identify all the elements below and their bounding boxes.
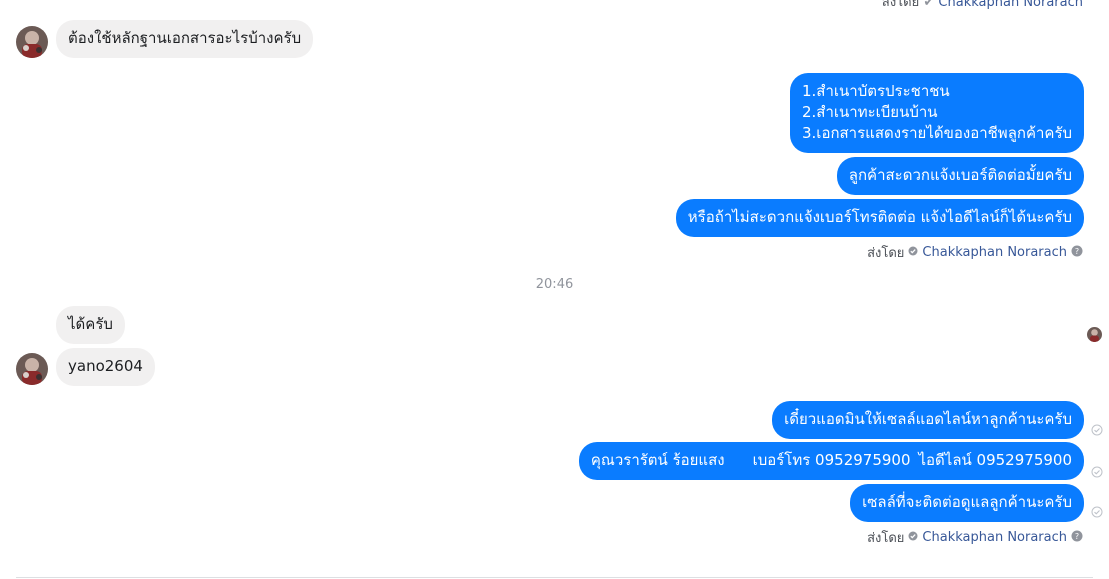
- message-part: คุณวรารัตน์ ร้อยแสง: [590, 451, 725, 469]
- message-part: ไอดีไลน์ 0952975900: [918, 451, 1073, 469]
- sent-by-line-top: ส่งโดย ✔ Chakkaphan Norarach: [882, 0, 1083, 12]
- message-bubble-outgoing[interactable]: ลูกค้าสะดวกแจ้งเบอร์ติดต่อมั้ยครับ: [836, 157, 1084, 195]
- delivered-status-icon: [1091, 463, 1103, 478]
- sent-by-line: ส่งโดย Chakkaphan Norarach ?: [867, 527, 1083, 548]
- delivered-status-icon: [1091, 503, 1103, 518]
- message-bubble-outgoing[interactable]: คุณวรารัตน์ ร้อยแสง เบอร์โทร 0952975900 ไอ…: [578, 442, 1084, 480]
- message-part: เบอร์โทร 0952975900: [752, 451, 911, 469]
- svg-text:?: ?: [1075, 532, 1079, 541]
- help-icon[interactable]: ?: [1071, 530, 1083, 546]
- svg-text:?: ?: [1075, 247, 1079, 256]
- sent-by-line: ส่งโดย Chakkaphan Norarach ?: [867, 242, 1083, 263]
- check-circle-icon: ✔: [923, 0, 935, 10]
- sent-by-label: ส่งโดย: [867, 531, 905, 546]
- message-bubble-incoming[interactable]: ได้ครับ: [56, 306, 125, 344]
- sender-name[interactable]: Chakkaphan Norarach: [922, 530, 1067, 545]
- message-line: 1.สำเนาบัตรประชาชน: [802, 82, 950, 100]
- contact-avatar[interactable]: [16, 353, 48, 385]
- composer-divider: [16, 577, 1093, 578]
- message-bubble-incoming[interactable]: yano2604: [56, 348, 155, 386]
- delivered-status-icon: [1091, 421, 1103, 436]
- sent-by-label: ส่งโดย: [867, 246, 905, 261]
- contact-avatar[interactable]: [16, 26, 48, 58]
- timestamp: 20:46: [535, 277, 574, 292]
- sender-name[interactable]: Chakkaphan Norarach: [922, 245, 1067, 260]
- help-icon[interactable]: ?: [1071, 245, 1083, 261]
- sender-name[interactable]: Chakkaphan Norarach: [938, 0, 1083, 10]
- message-bubble-outgoing[interactable]: 1.สำเนาบัตรประชาชน 2.สำเนาทะเบียนบ้าน 3.…: [790, 73, 1084, 153]
- message-bubble-outgoing[interactable]: เดี๋ยวแอดมินให้เซลล์แอดไลน์หาลูกค้านะครั…: [772, 401, 1084, 439]
- message-line: 3.เอกสารแสดงรายได้ของอาชีพลูกค้าครับ: [802, 124, 1073, 142]
- check-circle-icon: [908, 245, 918, 260]
- read-receipt-avatar: [1087, 327, 1102, 342]
- message-bubble-outgoing[interactable]: เซลล์ที่จะติดต่อดูแลลูกค้านะครับ: [850, 484, 1084, 522]
- sent-by-label: ส่งโดย: [881, 0, 920, 10]
- message-bubble-incoming[interactable]: ต้องใช้หลักฐานเอกสารอะไรบ้างครับ: [56, 20, 314, 58]
- message-bubble-outgoing[interactable]: หรือถ้าไม่สะดวกแจ้งเบอร์โทรติดต่อ แจ้งไอ…: [675, 199, 1084, 237]
- message-line: 2.สำเนาทะเบียนบ้าน: [802, 103, 938, 121]
- check-circle-icon: [908, 530, 918, 545]
